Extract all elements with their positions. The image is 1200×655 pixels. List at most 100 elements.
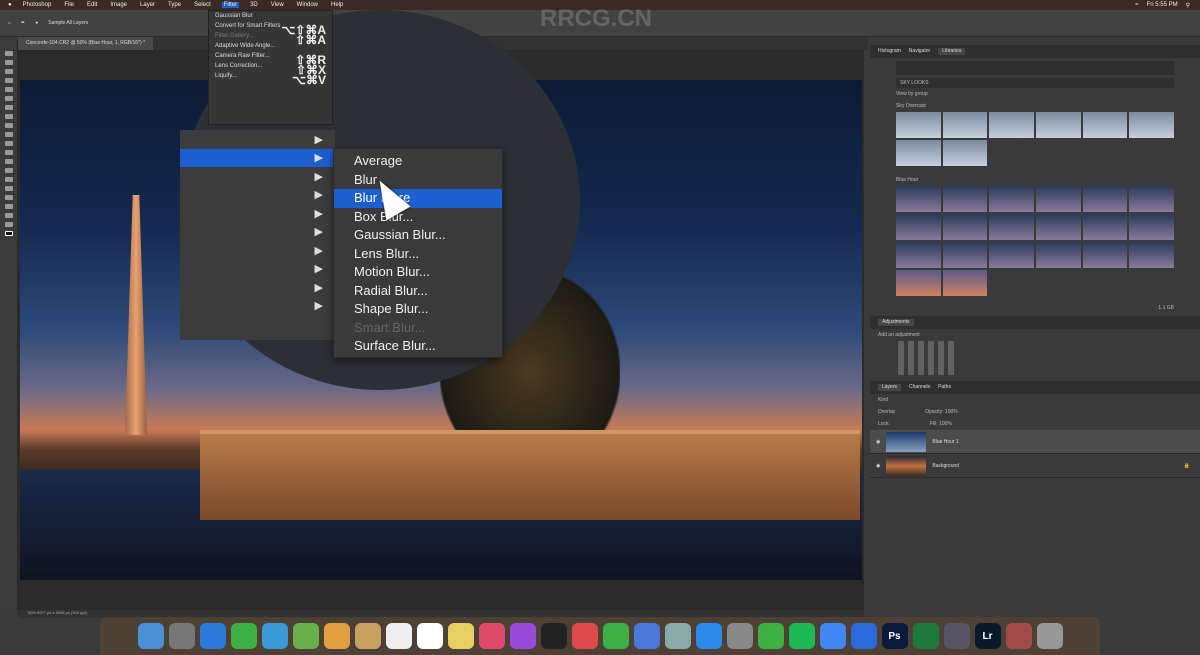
menu-item-surface-blur[interactable]: Surface Blur...	[334, 337, 502, 356]
sky-thumbnail[interactable]	[1036, 214, 1081, 240]
menu-3d[interactable]: 3D	[248, 2, 260, 8]
dock-app-messages[interactable]: Messages	[261, 623, 288, 649]
hand-tool-icon[interactable]	[4, 213, 13, 218]
sky-thumbnail[interactable]	[896, 112, 941, 138]
sky-thumbnail[interactable]	[896, 214, 941, 240]
apple-icon[interactable]: ●	[8, 2, 12, 8]
dock-app-stickies[interactable]: Stickies	[447, 623, 474, 649]
sky-thumbnail[interactable]	[1036, 186, 1081, 212]
sky-thumbnail[interactable]	[942, 186, 988, 212]
dock-app-tv[interactable]: TV	[540, 623, 567, 649]
history-brush-tool-icon[interactable]	[4, 132, 13, 137]
library-search-input[interactable]	[896, 61, 1174, 75]
sky-thumbnail[interactable]	[1082, 214, 1128, 240]
dock-app-facetime[interactable]: FaceTime	[230, 623, 257, 649]
menu-layer[interactable]: Layer	[138, 2, 157, 8]
menu-photoshop[interactable]: Photoshop	[21, 2, 54, 8]
dock-app-chrome[interactable]: Chrome	[819, 623, 846, 649]
dock-app-bridge[interactable]: Bridge	[943, 623, 970, 649]
dock-app-safari[interactable]: Safari	[199, 623, 226, 649]
search-icon[interactable]: ⚲	[1186, 2, 1190, 9]
dock-app-calendar[interactable]: Calendar	[416, 623, 443, 649]
tab-channels[interactable]: Channels	[909, 384, 930, 391]
path-select-tool-icon[interactable]	[4, 195, 13, 200]
tab-libraries[interactable]: Libraries	[938, 48, 966, 55]
adjustment-icons[interactable]	[898, 341, 958, 375]
sky-thumbnail[interactable]	[989, 214, 1034, 240]
brush-preset-icon[interactable]: ✒	[21, 20, 25, 26]
sky-thumbnail[interactable]	[989, 112, 1034, 138]
sky-thumbnail[interactable]	[1129, 214, 1174, 240]
layer-row[interactable]: ◉ Background 🔒	[870, 454, 1200, 478]
wifi-icon[interactable]: ≈	[1135, 2, 1138, 9]
sample-all-layers-checkbox[interactable]: Sample All Layers	[48, 20, 88, 26]
group-header[interactable]: Blue Hour	[870, 174, 1200, 186]
menu-item-box-blur[interactable]: Box Blur...	[334, 208, 502, 227]
view-by-group-dropdown[interactable]: View by group	[870, 88, 1200, 100]
library-select[interactable]: SKY LOOKS	[896, 78, 1174, 88]
tab-histogram[interactable]: Histogram	[878, 48, 901, 55]
type-tool-icon[interactable]	[4, 186, 13, 191]
eraser-tool-icon[interactable]	[4, 141, 13, 146]
menu-view[interactable]: View	[269, 2, 286, 8]
submenu-arrow-icon[interactable]: ▶	[180, 148, 335, 167]
dock-app-podcasts[interactable]: Podcasts	[509, 623, 536, 649]
menu-select[interactable]: Select	[192, 2, 213, 8]
menu-type[interactable]: Type	[166, 2, 183, 8]
menu-item-lens-blur[interactable]: Lens Blur...	[334, 245, 502, 264]
sky-thumbnail[interactable]	[942, 242, 988, 268]
eyedropper-tool-icon[interactable]	[4, 96, 13, 101]
zoom-tool-icon[interactable]	[4, 222, 13, 227]
sky-thumbnail[interactable]	[1082, 112, 1128, 138]
dock-app-photo-booth[interactable]: Photo Booth	[1005, 623, 1032, 649]
dock-app-app-store[interactable]: App Store	[695, 623, 722, 649]
layer-name[interactable]: Background	[932, 463, 959, 469]
home-icon[interactable]: ⌂	[8, 20, 11, 26]
menu-help[interactable]: Help	[329, 2, 345, 8]
brush-tool-icon[interactable]	[4, 114, 13, 119]
menu-item-convert-smart[interactable]: Convert for Smart Filters ⌥⇧⌘A	[215, 23, 326, 37]
opacity-input[interactable]: 100%	[945, 409, 958, 415]
sky-thumbnail[interactable]	[896, 242, 941, 268]
pen-tool-icon[interactable]	[4, 177, 13, 182]
menu-item-liquify[interactable]: Liquify... ⌥⌘V	[215, 73, 326, 87]
document-tab[interactable]: Concorde-104.CR2 @ 50% (Blue Hour, 1, RG…	[18, 37, 154, 50]
sky-thumbnail[interactable]	[989, 186, 1034, 212]
menu-edit[interactable]: Edit	[85, 2, 99, 8]
dock-app-notes[interactable]: Notes	[354, 623, 381, 649]
sky-thumbnail[interactable]	[1036, 242, 1081, 268]
menu-item-lens-correction[interactable]: Lens Correction... ⇧⌘X	[215, 63, 326, 77]
clone-stamp-tool-icon[interactable]	[4, 123, 13, 128]
dock-app-launchpad[interactable]: Launchpad	[168, 623, 195, 649]
fill-input[interactable]: 100%	[939, 421, 952, 427]
dock-app-excel[interactable]: Excel	[912, 623, 939, 649]
dock-app-photos[interactable]: Photos	[323, 623, 350, 649]
shape-tool-icon[interactable]	[4, 204, 13, 209]
blur-tool-icon[interactable]	[4, 159, 13, 164]
healing-tool-icon[interactable]	[4, 105, 13, 110]
tab-paths[interactable]: Paths	[938, 384, 951, 391]
sky-thumbnail[interactable]	[942, 214, 988, 240]
layer-kind-filter[interactable]: Kind	[878, 397, 888, 403]
visibility-eye-icon[interactable]: ◉	[876, 463, 880, 469]
dock-app-finder[interactable]: Finder	[137, 623, 164, 649]
sky-thumbnail[interactable]	[942, 270, 988, 296]
crop-tool-icon[interactable]	[4, 87, 13, 92]
sky-thumbnail[interactable]	[896, 140, 941, 166]
menu-item-blur[interactable]: Blur	[334, 171, 502, 190]
dock-app-spotify[interactable]: Spotify	[788, 623, 815, 649]
move-tool-icon[interactable]	[4, 51, 13, 56]
sky-thumbnail[interactable]	[1129, 112, 1174, 138]
sky-thumbnail[interactable]	[896, 270, 941, 296]
sky-thumbnail[interactable]	[942, 140, 988, 166]
marquee-tool-icon[interactable]	[4, 60, 13, 65]
menu-item-blur-more[interactable]: Blur More	[334, 189, 502, 208]
visibility-eye-icon[interactable]: ◉	[876, 439, 880, 445]
tab-navigator[interactable]: Navigator	[909, 48, 930, 55]
color-swatches[interactable]	[4, 231, 13, 236]
dodge-tool-icon[interactable]	[4, 168, 13, 173]
quick-select-tool-icon[interactable]	[4, 78, 13, 83]
menu-file[interactable]: File	[62, 2, 76, 8]
gradient-tool-icon[interactable]	[4, 150, 13, 155]
blend-mode-select[interactable]: Overlay	[878, 409, 895, 415]
